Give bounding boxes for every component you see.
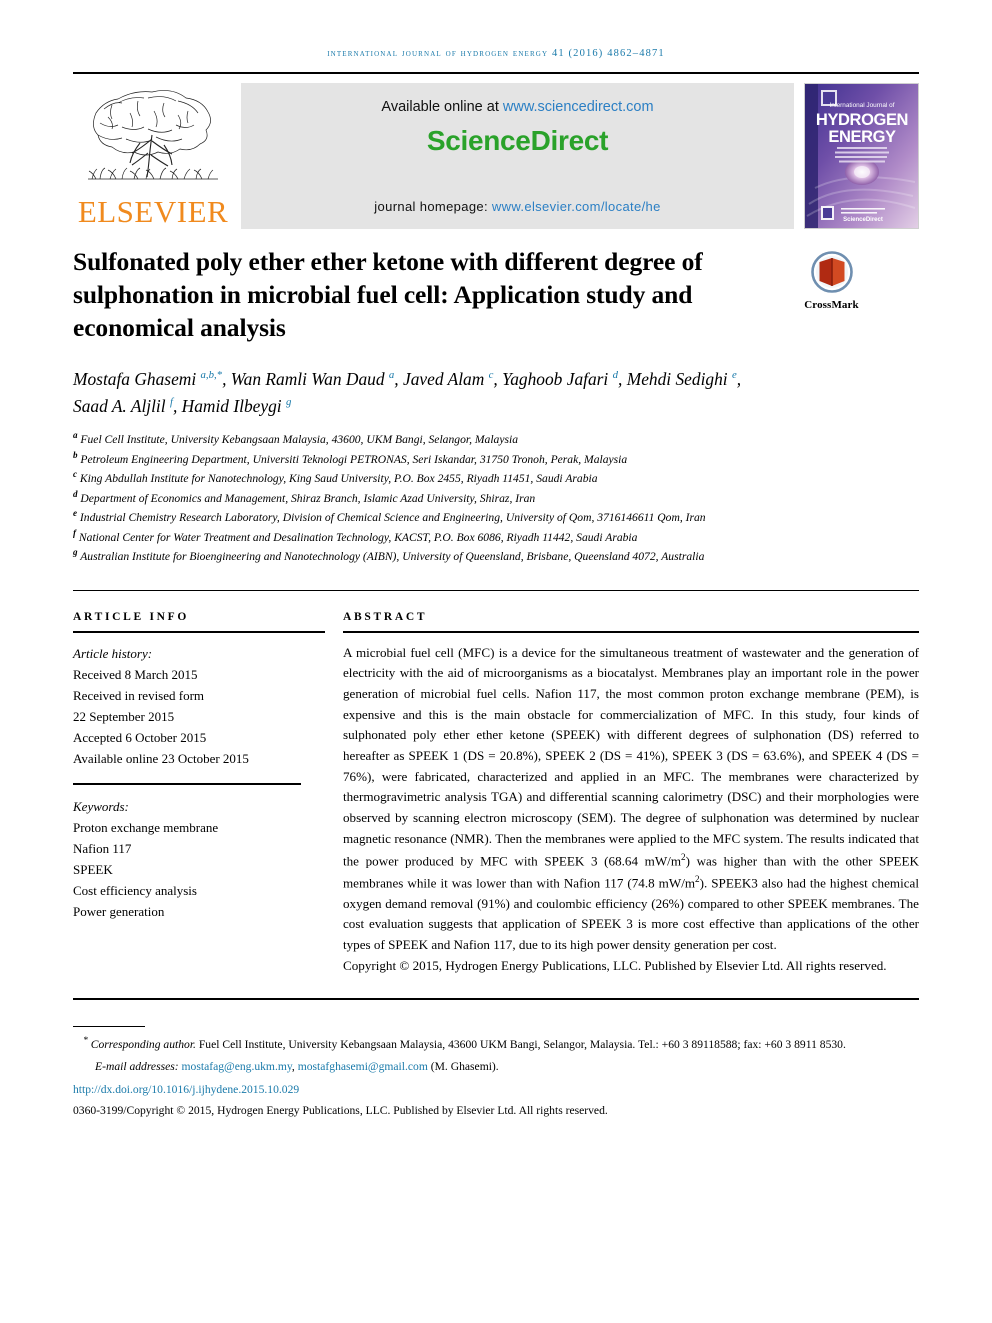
- affiliation-text: National Center for Water Treatment and …: [76, 530, 638, 544]
- affiliation-item: b Petroleum Engineering Department, Univ…: [73, 449, 773, 468]
- available-online-prefix: Available online at: [381, 99, 503, 115]
- doi-link[interactable]: http://dx.doi.org/10.1016/j.ijhydene.201…: [73, 1081, 919, 1098]
- author-list: Mostafa Ghasemi a,b,*, Wan Ramli Wan Dau…: [73, 366, 773, 420]
- elsevier-wordmark: ELSEVIER: [77, 194, 229, 229]
- journal-article-first-page: International Journal of Hydrogen Energy…: [0, 0, 992, 1323]
- corresponding-author-address: Fuel Cell Institute, University Kebangsa…: [195, 1038, 846, 1052]
- keywords-block: Keywords: Proton exchange membrane Nafio…: [73, 796, 325, 922]
- email-attribution: (M. Ghasemi).: [427, 1059, 499, 1073]
- corresponding-author-mark: *: [83, 1035, 88, 1047]
- keywords-divider-rule: [73, 782, 301, 785]
- article-history: Article history: Received 8 March 2015 R…: [73, 643, 325, 769]
- author-name: Wan Ramli Wan Daud: [230, 369, 389, 390]
- elsevier-logo: ELSEVIER: [73, 83, 233, 229]
- svg-text:HYDROGEN: HYDROGEN: [816, 111, 908, 129]
- footer-divider-rule: [73, 998, 919, 1001]
- email-note: E-mail addresses: mostafag@eng.ukm.my, m…: [73, 1058, 919, 1075]
- keyword-item: SPEEK: [73, 862, 113, 878]
- crossmark-icon: [810, 251, 853, 297]
- affiliation-text: Petroleum Engineering Department, Univer…: [77, 452, 628, 466]
- author-name: Saad A. Aljlil: [73, 396, 170, 417]
- article-history-item: 22 September 2015: [73, 708, 175, 724]
- footnotes: * Corresponding author. Fuel Cell Instit…: [73, 1026, 919, 1119]
- section-divider-rule: [73, 589, 919, 591]
- author-name: Mehdi Sedighi: [626, 369, 732, 390]
- keywords-label: Keywords:: [73, 798, 129, 814]
- footnote-rule: [73, 1026, 145, 1028]
- affiliation-item: f National Center for Water Treatment an…: [73, 527, 773, 546]
- affiliation-text: Industrial Chemistry Research Laboratory…: [77, 511, 706, 525]
- article-history-item: Accepted 6 October 2015: [73, 729, 207, 745]
- corresponding-author-note: * Corresponding author. Fuel Cell Instit…: [73, 1034, 919, 1053]
- author-separator: ,: [736, 369, 742, 390]
- article-history-item: Received 8 March 2015: [73, 666, 198, 682]
- keyword-item: Power generation: [73, 904, 165, 920]
- article-history-item: Available online 23 October 2015: [73, 750, 249, 766]
- available-online-line: Available online at www.sciencedirect.co…: [241, 99, 794, 115]
- journal-homepage-link[interactable]: www.elsevier.com/locate/he: [492, 199, 661, 214]
- masthead: ELSEVIER Available online at www.science…: [73, 83, 919, 229]
- svg-text:ScienceDirect: ScienceDirect: [843, 217, 883, 223]
- author-separator: ,: [394, 369, 403, 390]
- author-name: Javed Alam: [403, 369, 489, 390]
- crossmark-badge[interactable]: CrossMark: [779, 245, 884, 311]
- abstract-body: A microbial fuel cell (MFC) is a device …: [343, 643, 919, 977]
- keyword-item: Nafion 117: [73, 841, 132, 857]
- affiliation-item: e Industrial Chemistry Research Laborato…: [73, 507, 773, 526]
- author-separator: ,: [222, 369, 231, 390]
- affiliation-text: King Abdullah Institute for Nanotechnolo…: [77, 472, 598, 486]
- author-separator: ,: [172, 396, 182, 417]
- author-separator: ,: [618, 369, 627, 390]
- affiliation-item: c King Abdullah Institute for Nanotechno…: [73, 468, 773, 487]
- affiliation-item: g Australian Institute for Bioengineerin…: [73, 546, 773, 565]
- journal-homepage-line: journal homepage: www.elsevier.com/locat…: [241, 199, 794, 214]
- keyword-item: Cost efficiency analysis: [73, 883, 197, 899]
- journal-homepage-prefix: journal homepage:: [374, 199, 492, 214]
- article-info-column: ARTICLE INFO Article history: Received 8…: [73, 611, 325, 923]
- sciencedirect-wordmark[interactable]: ScienceDirect: [241, 125, 794, 157]
- svg-text:International Journal of: International Journal of: [829, 102, 894, 109]
- page-title: Sulfonated poly ether ether ketone with …: [73, 247, 703, 343]
- elsevier-tree-icon: [78, 83, 228, 195]
- page-content: International Journal of Hydrogen Energy…: [73, 0, 919, 1120]
- svg-text:ENERGY: ENERGY: [828, 128, 896, 146]
- title-row: Sulfonated poly ether ether ketone with …: [73, 245, 919, 344]
- author-name: Mostafa Ghasemi: [73, 369, 201, 390]
- unit-superscript: 2: [695, 873, 700, 884]
- sciencedirect-url-link[interactable]: www.sciencedirect.com: [503, 99, 654, 115]
- affiliation-text: Fuel Cell Institute, University Kebangsa…: [77, 433, 519, 447]
- article-history-label: Article history:: [73, 645, 153, 661]
- email-link-2[interactable]: mostafghasemi@gmail.com: [298, 1060, 428, 1073]
- email-label: E-mail addresses:: [95, 1059, 179, 1073]
- journal-cover-thumbnail[interactable]: International Journal of HYDROGEN ENERGY: [804, 83, 919, 229]
- crossmark-label: CrossMark: [804, 299, 859, 311]
- email-link-1[interactable]: mostafag@eng.ukm.my: [182, 1060, 292, 1073]
- author-affiliation-mark: g: [285, 396, 292, 409]
- abstract-rule: [343, 630, 919, 633]
- affiliation-item: a Fuel Cell Institute, University Kebang…: [73, 429, 773, 448]
- affiliation-text: Department of Economics and Management, …: [77, 491, 536, 505]
- article-info-heading: ARTICLE INFO: [73, 610, 190, 623]
- author-affiliation-mark: a,b,*: [200, 369, 223, 382]
- abstract-copyright: Copyright © 2015, Hydrogen Energy Public…: [343, 957, 887, 973]
- unit-superscript: 2: [681, 851, 686, 862]
- abstract-heading: ABSTRACT: [343, 610, 428, 623]
- sciencedirect-banner: Available online at www.sciencedirect.co…: [241, 83, 794, 229]
- corresponding-author-label: Corresponding author.: [90, 1038, 196, 1052]
- article-history-item: Received in revised form: [73, 687, 205, 703]
- affiliation-item: d Department of Economics and Management…: [73, 488, 773, 507]
- header-rule: [73, 72, 919, 74]
- running-head: International Journal of Hydrogen Energy…: [327, 48, 665, 59]
- abstract-column: ABSTRACT A microbial fuel cell (MFC) is …: [343, 611, 919, 977]
- author-separator: ,: [493, 369, 503, 390]
- keyword-item: Proton exchange membrane: [73, 819, 219, 835]
- author-name: Yaghoob Jafari: [502, 369, 613, 390]
- article-info-rule: [73, 630, 325, 633]
- affiliation-text: Australian Institute for Bioengineering …: [77, 550, 705, 564]
- issn-copyright-line: 0360-3199/Copyright © 2015, Hydrogen Ene…: [73, 1104, 608, 1118]
- affiliation-list: a Fuel Cell Institute, University Kebang…: [73, 429, 773, 565]
- abstract-paragraph: A microbial fuel cell (MFC) is a device …: [343, 644, 920, 952]
- info-abstract-columns: ARTICLE INFO Article history: Received 8…: [73, 611, 919, 977]
- author-name: Hamid Ilbeygi: [181, 396, 286, 417]
